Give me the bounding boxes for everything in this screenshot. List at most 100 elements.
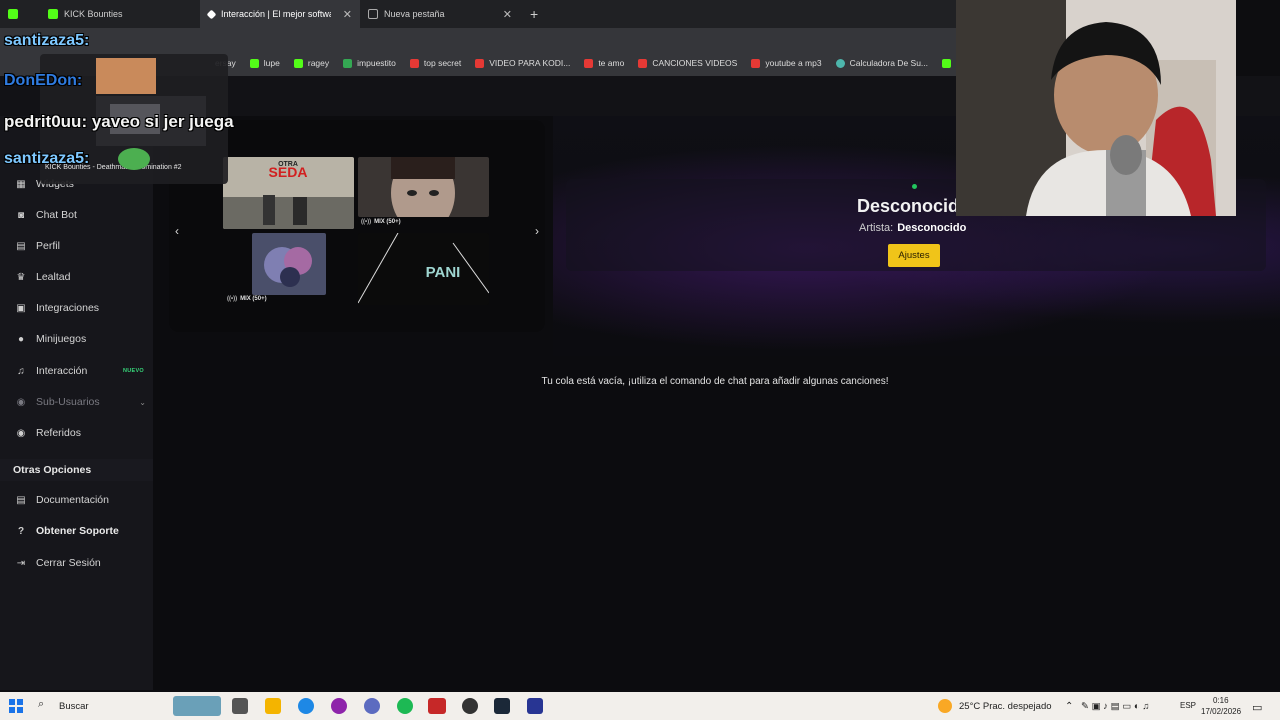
sidebar: ▦ Widgets ◙ Chat Bot ▤ Perfil ♛ Lealtad …: [0, 116, 153, 690]
chevron-left-icon[interactable]: ‹: [175, 224, 179, 238]
sidebar-section-otras-opciones: Otras Opciones: [0, 459, 153, 481]
chevron-right-icon[interactable]: ›: [535, 224, 539, 238]
bookmark-item[interactable]: top secret: [409, 58, 461, 68]
tab-pinned[interactable]: [0, 0, 40, 28]
sidebar-item-integraciones[interactable]: ▣ Integraciones: [0, 294, 153, 322]
language-indicator[interactable]: ESP: [1180, 701, 1196, 710]
close-tab-icon[interactable]: ✕: [503, 8, 512, 21]
help-icon: ?: [17, 525, 25, 537]
youtube-icon: [638, 58, 648, 68]
kick-icon: [293, 58, 303, 68]
preview-thumbnail: [96, 58, 206, 146]
file-explorer-icon[interactable]: [265, 698, 281, 714]
chevron-up-icon[interactable]: ⌃: [1065, 701, 1073, 712]
gamepad-icon: ●: [17, 333, 25, 345]
artist-value: Desconocido: [897, 222, 967, 234]
sidebar-item-interaccion[interactable]: ♫ Interacción NUEVO: [0, 357, 153, 385]
playlist-thumb[interactable]: [358, 157, 489, 217]
youtube-icon: [475, 58, 485, 68]
weather-icon[interactable]: [938, 699, 952, 713]
chrome-icon[interactable]: [364, 698, 380, 714]
bookmark-item[interactable]: impuestito: [343, 58, 396, 68]
tab-label: Interacción | El mejor software par: [221, 9, 331, 19]
chat-username: santizaza5:: [4, 150, 90, 167]
sidebar-item-referidos[interactable]: ◉ Referidos: [0, 419, 153, 447]
sidebar-item-chat-bot[interactable]: ◙ Chat Bot: [0, 201, 153, 229]
diamond-icon: [206, 9, 217, 19]
sidebar-item-lealtad[interactable]: ♛ Lealtad: [0, 263, 153, 291]
profile-card-icon: ▤: [16, 240, 26, 252]
svg-text:PANI: PANI: [426, 264, 461, 281]
radio-icon: ((•)): [361, 219, 372, 225]
bookmark-item[interactable]: ragey: [293, 58, 329, 68]
tab-nueva-pestana[interactable]: Nueva pestaña ✕: [360, 0, 520, 28]
sidebar-item-documentacion[interactable]: ▤ Documentación: [0, 486, 153, 514]
logout-icon: ⇥: [16, 557, 26, 569]
sidebar-item-perfil[interactable]: ▤ Perfil: [0, 232, 153, 260]
document-icon: ▤: [16, 494, 26, 506]
radio-icon: ((•)): [227, 296, 238, 302]
app-icon[interactable]: [527, 698, 543, 714]
clock-date[interactable]: 17/02/2026: [1201, 707, 1241, 716]
app-icon[interactable]: [331, 698, 347, 714]
robot-icon: ◙: [17, 209, 25, 221]
kick-icon: [8, 9, 18, 19]
spotify-icon[interactable]: [397, 698, 413, 714]
tab-label: Nueva pestaña: [384, 9, 445, 19]
taskbar-search-box[interactable]: Buscar: [59, 701, 89, 712]
bookmark-item[interactable]: lupe: [249, 58, 280, 68]
album-art: [358, 157, 489, 217]
windows-start-icon[interactable]: [8, 698, 24, 714]
album-art: PANI: [358, 233, 489, 305]
obs-icon[interactable]: [462, 698, 478, 714]
playlist-thumb[interactable]: [252, 233, 326, 295]
playlist-thumb[interactable]: PANI: [358, 233, 489, 305]
tab-label: KICK Bounties: [64, 9, 123, 19]
chevron-down-icon: ⌄: [139, 397, 146, 407]
bookmark-item[interactable]: Calculadora De Su...: [835, 58, 928, 68]
steam-icon[interactable]: [494, 698, 510, 714]
sidebar-item-sub-usuarios[interactable]: ◉ Sub-Usuarios ⌄: [0, 388, 153, 416]
new-badge: NUEVO: [122, 368, 144, 374]
chat-username: DonEDon:: [4, 72, 83, 89]
kick-icon: [942, 58, 952, 68]
playlist-thumb[interactable]: SEDA OTRA: [223, 157, 354, 229]
notifications-icon[interactable]: ▭: [1252, 701, 1262, 714]
integrations-icon: ▣: [16, 302, 26, 314]
sidebar-item-minijuegos[interactable]: ● Minijuegos: [0, 325, 153, 353]
widgets-image-icon[interactable]: [173, 696, 221, 716]
tray-icons[interactable]: ✎ ▣ ♪ ▤ ▭ ◐ ♫: [1081, 701, 1149, 712]
tab-kick-bounties[interactable]: KICK Bounties: [40, 0, 200, 28]
album-art: SEDA OTRA: [223, 157, 354, 229]
trophy-icon: ♛: [16, 271, 26, 283]
bookmark-item[interactable]: VIDEO PARA KODI...: [475, 58, 570, 68]
tab-interaccion[interactable]: Interacción | El mejor software par ✕: [200, 0, 360, 28]
weather-text[interactable]: 25°C Prac. despejado: [959, 701, 1052, 712]
calculator-icon: [835, 58, 845, 68]
kick-icon: [249, 58, 259, 68]
album-art: [252, 233, 326, 295]
task-view-icon[interactable]: [232, 698, 248, 714]
edge-icon[interactable]: [298, 698, 314, 714]
new-tab-plus-icon[interactable]: +: [520, 6, 548, 22]
chat-username: santizaza5:: [4, 32, 90, 49]
svg-text:OTRA: OTRA: [278, 161, 298, 168]
artist-line: Artista: Desconocido: [859, 222, 967, 234]
search-icon[interactable]: ⌕: [38, 698, 54, 714]
playlist-label: ((•)) MIX (50+): [361, 219, 401, 225]
sidebar-item-obtener-soporte[interactable]: ? Obtener Soporte: [0, 517, 153, 545]
playlist-label: ((•)) MIX (50+): [227, 296, 267, 302]
bookmark-item[interactable]: te amo: [584, 58, 624, 68]
music-note-icon: ♫: [17, 365, 25, 377]
ajustes-button[interactable]: Ajustes: [888, 244, 940, 267]
app-icon[interactable]: [428, 698, 446, 714]
sidebar-item-cerrar-sesion[interactable]: ⇥ Cerrar Sesión: [0, 549, 153, 577]
bookmark-item[interactable]: CANCIONES VIDEOS: [638, 58, 737, 68]
bookmark-item[interactable]: youtube a mp3: [751, 58, 822, 68]
bookmark-item[interactable]: Ki: [942, 58, 956, 68]
stream-chat-overlay: KICK Bounties - Deathmatch Domination #2…: [0, 28, 234, 184]
clock-time[interactable]: 0:16: [1213, 696, 1229, 705]
close-tab-icon[interactable]: ✕: [343, 8, 352, 21]
youtube-icon: [751, 58, 761, 68]
youtube-icon: [584, 58, 594, 68]
